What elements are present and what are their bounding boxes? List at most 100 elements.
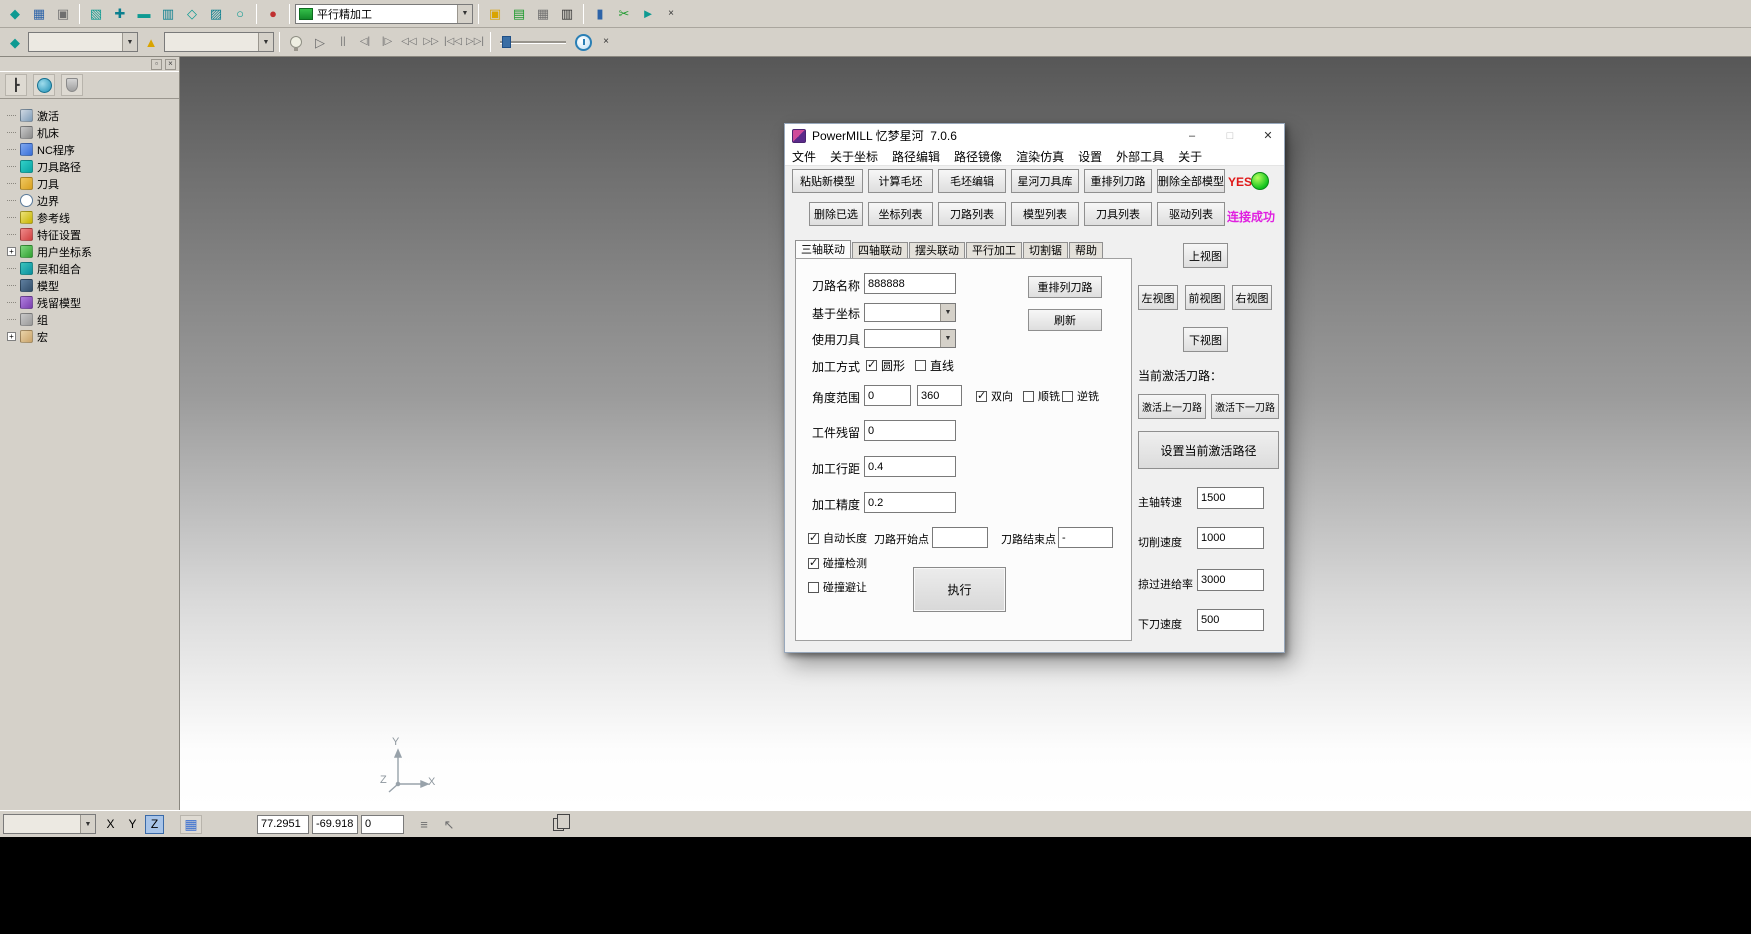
tolerance-input[interactable] xyxy=(864,492,956,513)
menu-settings[interactable]: 设置 xyxy=(1071,147,1109,165)
status-combo[interactable]: ▼ xyxy=(3,814,96,834)
toolbar-close-icon[interactable]: × xyxy=(661,3,681,25)
expand-icon[interactable]: + xyxy=(7,247,16,256)
tree-item-nc-program[interactable]: NC程序 xyxy=(7,141,179,158)
refresh-button[interactable]: 刷新 xyxy=(1028,309,1102,331)
expand-icon[interactable]: + xyxy=(7,332,16,341)
coord-z-input[interactable] xyxy=(361,815,404,834)
menu-file[interactable]: 文件 xyxy=(785,147,823,165)
menu-coords[interactable]: 关于坐标 xyxy=(823,147,885,165)
tree-item-activate[interactable]: 激活 xyxy=(7,107,179,124)
right-view-button[interactable]: 右视图 xyxy=(1232,285,1272,310)
x-axis-button[interactable]: X xyxy=(101,815,120,834)
boundary-icon[interactable]: ○ xyxy=(229,3,251,25)
tool-create-icon[interactable]: ✚ xyxy=(109,3,131,25)
delete-all-models-button[interactable]: 删除全部模型 xyxy=(1157,169,1225,193)
paste-model-button[interactable]: 粘贴新模型 xyxy=(792,169,863,193)
step-forward-icon[interactable]: |▷ xyxy=(377,31,397,53)
close-button[interactable]: ✕ xyxy=(1252,124,1284,147)
globe-icon[interactable] xyxy=(33,74,55,96)
calculator-icon[interactable]: ▦ xyxy=(532,3,554,25)
maximize-button[interactable]: □ xyxy=(1214,124,1246,147)
calc-block-button[interactable]: 计算毛坯 xyxy=(868,169,933,193)
model-list-button[interactable]: 模型列表 xyxy=(1011,202,1079,226)
conventional-checkbox[interactable]: 逆铣 xyxy=(1062,388,1099,404)
chevron-down-icon[interactable]: ▼ xyxy=(258,33,273,51)
menu-about[interactable]: 关于 xyxy=(1171,147,1209,165)
chevron-down-icon[interactable]: ▼ xyxy=(80,815,95,833)
execute-button[interactable]: 执行 xyxy=(913,567,1006,612)
list-icon[interactable]: ≡ xyxy=(413,813,435,835)
tree-item-toolpath[interactable]: 刀具路径 xyxy=(7,158,179,175)
setup-sheet-icon[interactable]: ▥ xyxy=(556,3,578,25)
chevron-down-icon[interactable]: ▼ xyxy=(940,304,955,321)
simulate-icon[interactable]: ► xyxy=(637,3,659,25)
set-active-path-button[interactable]: 设置当前激活路径 xyxy=(1138,431,1279,469)
spindle-input[interactable] xyxy=(1197,487,1264,509)
bottom-view-button[interactable]: 下视图 xyxy=(1183,327,1228,352)
feeds-icon[interactable]: ▬ xyxy=(133,3,155,25)
rearrange-toolpaths-button[interactable]: 重排列刀路 xyxy=(1084,169,1152,193)
clock-icon[interactable] xyxy=(572,31,594,53)
save-icon[interactable]: ▦ xyxy=(28,3,50,25)
toolpath-name-input[interactable] xyxy=(864,273,956,294)
probe-icon[interactable]: ↖ xyxy=(438,813,460,835)
left-view-button[interactable]: 左视图 xyxy=(1138,285,1178,310)
tab-parallel[interactable]: 平行加工 xyxy=(966,242,1022,258)
tree-item-model[interactable]: 模型 xyxy=(7,277,179,294)
top-view-button[interactable]: 上视图 xyxy=(1183,243,1228,268)
toolbox-icon[interactable]: ▣ xyxy=(484,3,506,25)
rewind-icon[interactable]: ◁◁ xyxy=(399,31,419,53)
line-checkbox[interactable]: 直线 xyxy=(915,357,954,374)
tree-item-boundary[interactable]: 边界 xyxy=(7,192,179,209)
leads-icon[interactable]: ▨ xyxy=(205,3,227,25)
climb-checkbox[interactable]: 顺铣 xyxy=(1023,388,1060,404)
tree-item-feature-set[interactable]: 特征设置 xyxy=(7,226,179,243)
menu-ext-tools[interactable]: 外部工具 xyxy=(1109,147,1171,165)
strategy-preset-combo[interactable]: 平行精加工 ▼ xyxy=(295,4,473,24)
activate-next-button[interactable]: 激活下一刀路 xyxy=(1211,394,1279,419)
stats-icon[interactable]: ▮ xyxy=(589,3,611,25)
delete-selected-button[interactable]: 删除已选 xyxy=(809,202,863,226)
tree-item-stock-model[interactable]: 残留模型 xyxy=(7,294,179,311)
step-back-icon[interactable]: ◁| xyxy=(355,31,375,53)
post-icon[interactable]: ▤ xyxy=(508,3,530,25)
skim-feed-input[interactable] xyxy=(1197,569,1264,591)
grid-icon[interactable]: ▦ xyxy=(180,815,202,834)
y-axis-button[interactable]: Y xyxy=(123,815,142,834)
tree-structure-icon[interactable]: ┣ xyxy=(5,74,27,96)
tree-item-machine[interactable]: 机床 xyxy=(7,124,179,141)
rapid-heights-icon[interactable]: ▥ xyxy=(157,3,179,25)
tool-select[interactable]: ▼ xyxy=(864,329,956,348)
chevron-down-icon[interactable]: ▼ xyxy=(457,5,472,23)
bidirectional-checkbox[interactable]: 双向 xyxy=(976,388,1013,404)
z-axis-button[interactable]: Z xyxy=(145,815,164,834)
chevron-down-icon[interactable]: ▼ xyxy=(940,330,955,347)
tool-icon[interactable]: ▲ xyxy=(140,31,162,53)
new-project-icon[interactable]: ◆ xyxy=(4,3,26,25)
rearrange-button[interactable]: 重排列刀路 xyxy=(1028,276,1102,298)
tab-help[interactable]: 帮助 xyxy=(1069,242,1103,258)
to-end-icon[interactable]: ▷▷| xyxy=(465,31,485,53)
coord-select[interactable]: ▼ xyxy=(864,303,956,322)
cutting-speed-input[interactable] xyxy=(1197,527,1264,549)
menu-path-mirror[interactable]: 路径镜像 xyxy=(947,147,1009,165)
pause-icon[interactable]: || xyxy=(333,31,353,53)
tree-item-tool[interactable]: 刀具 xyxy=(7,175,179,192)
block-edit-button[interactable]: 毛坯编辑 xyxy=(938,169,1006,193)
entity-icon[interactable]: ◆ xyxy=(4,31,26,53)
panel-close-icon[interactable]: × xyxy=(165,59,176,70)
minimize-button[interactable]: – xyxy=(1176,124,1208,147)
dialog-titlebar[interactable]: PowerMILL 忆梦星河 7.0.6 – □ ✕ xyxy=(785,124,1284,147)
stepover-input[interactable] xyxy=(864,456,956,477)
tool-library-button[interactable]: 星河刀具库 xyxy=(1011,169,1079,193)
tab-4axis[interactable]: 四轴联动 xyxy=(852,242,908,258)
forward-icon[interactable]: ▷▷ xyxy=(421,31,441,53)
collision-check-checkbox[interactable]: 碰撞检测 xyxy=(808,555,867,571)
activate-prev-button[interactable]: 激活上一刀路 xyxy=(1138,394,1206,419)
chevron-down-icon[interactable]: ▼ xyxy=(122,33,137,51)
coord-list-button[interactable]: 坐标列表 xyxy=(868,202,933,226)
collision-avoid-checkbox[interactable]: 碰撞避让 xyxy=(808,579,867,595)
coord-x-input[interactable] xyxy=(257,815,309,834)
stock-input[interactable] xyxy=(864,420,956,441)
